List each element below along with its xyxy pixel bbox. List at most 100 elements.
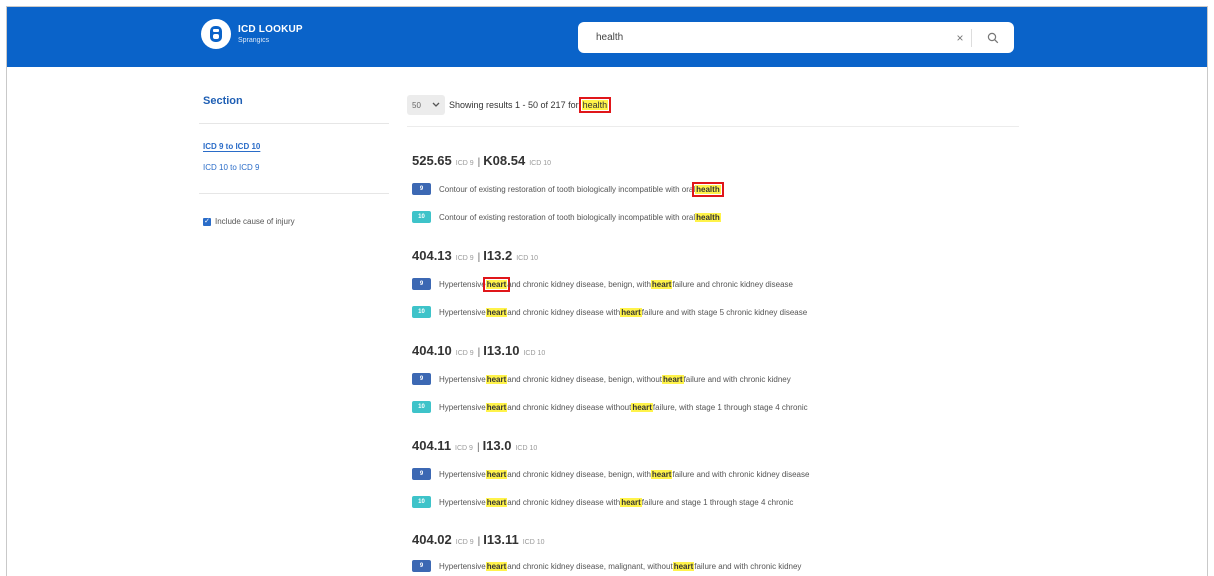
icd9-code[interactable]: 404.13 bbox=[412, 248, 452, 263]
per-page-select[interactable]: 50 bbox=[407, 95, 445, 115]
description-text: failure and with chronic kidney bbox=[683, 374, 791, 384]
clear-icon[interactable]: × bbox=[949, 31, 971, 45]
icd10-description: 10 Hypertensive heart and chronic kidney… bbox=[412, 401, 808, 413]
chevron-down-icon bbox=[432, 102, 440, 107]
icd9-tag: ICD 9 bbox=[455, 350, 474, 357]
icd9-code[interactable]: 404.11 bbox=[412, 438, 451, 453]
icd9-description: 9 Hypertensive heart and chronic kidney … bbox=[412, 373, 791, 385]
sidebar-link-icd10-to-icd9[interactable]: ICD 10 to ICD 9 bbox=[203, 163, 259, 172]
icd9-tag: ICD 9 bbox=[455, 160, 474, 167]
highlight: heart bbox=[485, 469, 508, 479]
code-separator: | bbox=[477, 252, 481, 263]
app-logo[interactable]: ICD LOOKUP Sprangics bbox=[201, 19, 303, 49]
icd10-badge: 10 bbox=[412, 496, 431, 508]
highlight: heart bbox=[650, 469, 673, 479]
code-separator: | bbox=[477, 347, 481, 358]
entry-header: 404.02 ICD 9 | I13.11 ICD 10 bbox=[412, 532, 549, 547]
highlight: health bbox=[692, 181, 724, 197]
highlight: heart bbox=[672, 561, 695, 571]
highlight: heart bbox=[485, 307, 508, 317]
highlight: heart bbox=[485, 402, 508, 412]
icd10-description: 10 Hypertensive heart and chronic kidney… bbox=[412, 306, 807, 318]
icd9-code[interactable]: 404.10 bbox=[412, 343, 452, 358]
description-text: and chronic kidney disease, malignant, w… bbox=[507, 561, 673, 571]
results-count-text: Showing results 1 - 50 of 217 for bbox=[449, 100, 579, 110]
description-text: failure and with chronic kidney disease bbox=[672, 469, 810, 479]
include-cause-checkbox[interactable]: ✓ Include cause of injury bbox=[203, 217, 295, 226]
icd10-badge: 10 bbox=[412, 211, 431, 223]
icd9-description: 9 Hypertensive heart and chronic kidney … bbox=[412, 468, 809, 480]
sidebar-heading: Section bbox=[203, 95, 243, 107]
icd9-badge: 9 bbox=[412, 560, 431, 572]
highlight: health bbox=[695, 212, 721, 222]
per-page-value: 50 bbox=[412, 100, 421, 110]
description-text: and chronic kidney disease, benign, with… bbox=[507, 374, 663, 384]
description-text: and chronic kidney disease with bbox=[507, 307, 621, 317]
icd9-tag: ICD 9 bbox=[455, 539, 474, 546]
highlight: heart bbox=[485, 561, 508, 571]
entry-header: 404.11 ICD 9 | I13.0 ICD 10 bbox=[412, 438, 541, 453]
highlight: heart bbox=[631, 402, 653, 412]
search-box: × bbox=[578, 22, 1014, 53]
description-text: failure and with chronic kidney bbox=[694, 561, 802, 571]
entry-header: 404.13 ICD 9 | I13.2 ICD 10 bbox=[412, 248, 542, 263]
description-text: and chronic kidney disease without bbox=[507, 402, 632, 412]
icd10-code[interactable]: I13.0 bbox=[483, 438, 512, 453]
description-text: Hypertensive bbox=[439, 469, 486, 479]
header-bar: ICD LOOKUP Sprangics × bbox=[7, 7, 1207, 67]
description-text: Hypertensive bbox=[439, 402, 486, 412]
icd10-code[interactable]: I13.11 bbox=[483, 532, 518, 547]
code-separator: | bbox=[477, 157, 481, 168]
icd9-description: 9 Contour of existing restoration of too… bbox=[412, 181, 724, 197]
icd10-code[interactable]: I13.2 bbox=[483, 248, 512, 263]
search-icon bbox=[987, 32, 999, 43]
icd10-tag: ICD 10 bbox=[516, 255, 538, 262]
divider bbox=[199, 123, 389, 124]
search-input[interactable] bbox=[578, 22, 949, 53]
description-text: failure, with stage 1 through stage 4 ch… bbox=[652, 402, 808, 412]
logo-badge-icon bbox=[201, 19, 231, 49]
description-text: failure and with stage 5 chronic kidney … bbox=[641, 307, 808, 317]
description-text: and chronic kidney disease with bbox=[507, 497, 621, 507]
highlight: heart bbox=[620, 497, 642, 507]
search-button[interactable] bbox=[972, 22, 1014, 53]
icd10-tag: ICD 10 bbox=[523, 350, 546, 357]
entry-header: 525.65 ICD 9 | K08.54 ICD 10 bbox=[412, 153, 555, 168]
highlight: heart bbox=[620, 307, 642, 317]
results-bar: 50 Showing results 1 - 50 of 217 for hea… bbox=[407, 95, 612, 115]
highlight: heart bbox=[485, 374, 508, 384]
description-text: Hypertensive bbox=[439, 374, 486, 384]
icd9-description: 9 Hypertensive heart and chronic kidney … bbox=[412, 276, 793, 292]
description-text: failure and stage 1 through stage 4 chro… bbox=[641, 497, 794, 507]
logo-subtitle: Sprangics bbox=[238, 36, 270, 44]
icd9-code[interactable]: 404.02 bbox=[412, 532, 452, 547]
divider bbox=[407, 126, 1019, 127]
icd10-description: 10 Contour of existing restoration of to… bbox=[412, 211, 721, 223]
icd10-tag: ICD 10 bbox=[515, 445, 538, 452]
highlight: heart bbox=[662, 374, 684, 384]
icd9-tag: ICD 9 bbox=[455, 445, 473, 452]
highlight: heart bbox=[482, 276, 511, 292]
checkbox-label: Include cause of injury bbox=[215, 217, 295, 226]
checkbox-checked-icon[interactable]: ✓ bbox=[203, 217, 211, 226]
icd10-badge: 10 bbox=[412, 401, 431, 413]
icd10-tag: ICD 10 bbox=[529, 160, 551, 167]
highlight: heart bbox=[485, 497, 508, 507]
icd9-badge: 9 bbox=[412, 373, 431, 385]
description-text: failure and chronic kidney disease bbox=[672, 279, 793, 289]
icd9-tag: ICD 9 bbox=[455, 255, 474, 262]
browser-viewport: ICD LOOKUP Sprangics × Section ICD 9 to … bbox=[6, 6, 1208, 576]
icd10-badge: 10 bbox=[412, 306, 431, 318]
code-separator: | bbox=[476, 442, 480, 453]
entry-header: 404.10 ICD 9 | I13.10 ICD 10 bbox=[412, 343, 549, 358]
description-text: Hypertensive bbox=[439, 497, 486, 507]
code-separator: | bbox=[477, 536, 481, 547]
icd10-code[interactable]: K08.54 bbox=[483, 153, 525, 168]
icd9-code[interactable]: 525.65 bbox=[412, 153, 452, 168]
icd10-tag: ICD 10 bbox=[522, 539, 545, 546]
icd10-code[interactable]: I13.10 bbox=[483, 343, 519, 358]
description-text: Hypertensive bbox=[439, 279, 486, 289]
description-text: Contour of existing restoration of tooth… bbox=[439, 212, 696, 222]
sidebar-link-icd9-to-icd10[interactable]: ICD 9 to ICD 10 bbox=[203, 142, 260, 151]
description-text: and chronic kidney disease, benign, with bbox=[507, 279, 651, 289]
